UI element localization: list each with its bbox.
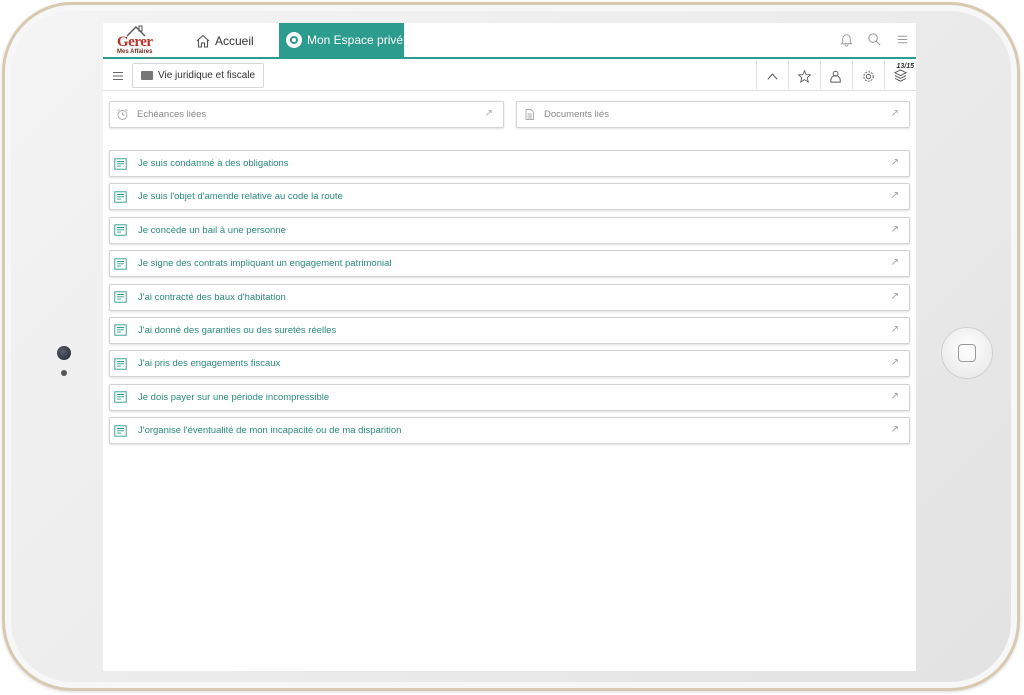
nav-private-label: Mon Espace privé	[307, 33, 404, 47]
list-item-label: Je signe des contrats impliquant un enga…	[138, 258, 392, 270]
list-document-icon	[114, 224, 127, 236]
list-item-label: J'ai contracté des baux d'habitation	[138, 291, 286, 303]
list-document-icon	[114, 258, 127, 270]
list-item[interactable]: Je suis l'objet d'amende relative au cod…	[109, 183, 910, 211]
gear-icon[interactable]	[852, 61, 884, 91]
open-arrow-icon: ↗	[890, 108, 899, 119]
list-item[interactable]: J'ai donné des garanties ou des suretés …	[109, 316, 910, 344]
menu-icon[interactable]	[894, 31, 910, 47]
brand-logo[interactable]: Gerer Mes Affaires .com	[117, 25, 159, 60]
list-item-label: J'ai donné des garanties ou des suretés …	[138, 324, 337, 336]
open-arrow-icon: ↗	[890, 424, 899, 436]
list-item-label: Je suis l'objet d'amende relative au cod…	[138, 191, 343, 203]
camera-sensor	[61, 370, 67, 376]
hamburger-icon[interactable]	[107, 65, 129, 87]
open-arrow-icon: ↗	[890, 157, 899, 168]
list-item[interactable]: Je concède un bail à une personne ↗	[109, 216, 910, 244]
list-item[interactable]: J'ai contracté des baux d'habitation ↗	[109, 283, 910, 311]
open-arrow-icon: ↗	[890, 257, 899, 269]
nav-home-label: Accueil	[215, 34, 254, 48]
alarm-clock-icon	[116, 108, 129, 121]
list-item[interactable]: Je suis condamné à des obligations ↗	[109, 150, 910, 177]
breadcrumb[interactable]: Vie juridique et fiscale	[132, 63, 265, 88]
open-arrow-icon: ↗	[890, 223, 899, 235]
linked-documents-label: Documents liés	[544, 109, 609, 120]
list-item[interactable]: Je dois payer sur une période incompress…	[109, 383, 910, 411]
list-document-icon	[114, 358, 127, 370]
chevron-up-icon[interactable]	[756, 61, 788, 91]
toolbar-actions: 13/15	[756, 61, 916, 91]
bell-icon[interactable]	[838, 31, 854, 47]
list-item-label: Je suis condamné à des obligations	[138, 158, 289, 169]
star-icon[interactable]	[788, 61, 820, 91]
list-item-label: Je dois payer sur une période incompress…	[138, 391, 330, 403]
list-item-label: Je concède un bail à une personne	[138, 224, 286, 236]
toolbar: Vie juridique et fiscale 13/15	[103, 61, 916, 91]
breadcrumb-label: Vie juridique et fiscale	[158, 70, 256, 81]
open-arrow-icon: ↗	[890, 323, 899, 335]
linked-deadlines-label: Echéances liées	[137, 109, 207, 120]
linked-deadlines[interactable]: Echéances liées ↗	[109, 101, 504, 128]
house-icon	[196, 34, 210, 48]
list-document-icon	[114, 324, 127, 337]
nav-home[interactable]: Accueil	[195, 31, 254, 51]
logo-domain: .com	[145, 55, 154, 60]
app-screen: Gerer Mes Affaires .com Accueil Mon Espa…	[103, 23, 916, 671]
document-icon	[523, 108, 536, 121]
open-arrow-icon: ↗	[890, 357, 899, 369]
list-document-icon	[114, 191, 127, 203]
layers-count-badge: 13/15	[896, 63, 914, 70]
list-document-icon	[114, 157, 127, 170]
list-item-label: J'ai pris des engagements fiscaux	[138, 358, 281, 370]
list-item[interactable]: Je signe des contrats impliquant un enga…	[109, 250, 910, 278]
nav-private-space[interactable]: Mon Espace privé	[279, 23, 404, 57]
private-space-icon	[286, 32, 302, 48]
home-button[interactable]	[941, 327, 993, 379]
camera-lens	[57, 346, 71, 360]
list-document-icon	[114, 291, 127, 303]
users-icon[interactable]	[820, 61, 852, 91]
situation-list: Je suis condamné à des obligations ↗ Je su…	[109, 150, 910, 451]
list-item[interactable]: J'organise l'éventualité de mon incapaci…	[109, 417, 910, 445]
list-item-label: J'organise l'éventualité de mon incapaci…	[138, 425, 402, 437]
list-document-icon	[114, 424, 127, 437]
folder-icon	[141, 71, 153, 80]
layers-icon[interactable]: 13/15	[884, 61, 916, 91]
list-item[interactable]: J'ai pris des engagements fiscaux ↗	[109, 350, 910, 378]
list-document-icon	[114, 391, 127, 403]
top-icon-group	[838, 31, 910, 47]
top-bar: Gerer Mes Affaires .com Accueil Mon Espa…	[103, 23, 916, 60]
search-icon[interactable]	[866, 31, 882, 47]
open-arrow-icon: ↗	[890, 290, 899, 302]
home-button-icon	[958, 344, 976, 362]
open-arrow-icon: ↗	[890, 390, 899, 402]
linked-documents[interactable]: Documents liés ↗	[516, 101, 910, 128]
open-arrow-icon: ↗	[484, 108, 493, 119]
open-arrow-icon: ↗	[890, 190, 899, 202]
